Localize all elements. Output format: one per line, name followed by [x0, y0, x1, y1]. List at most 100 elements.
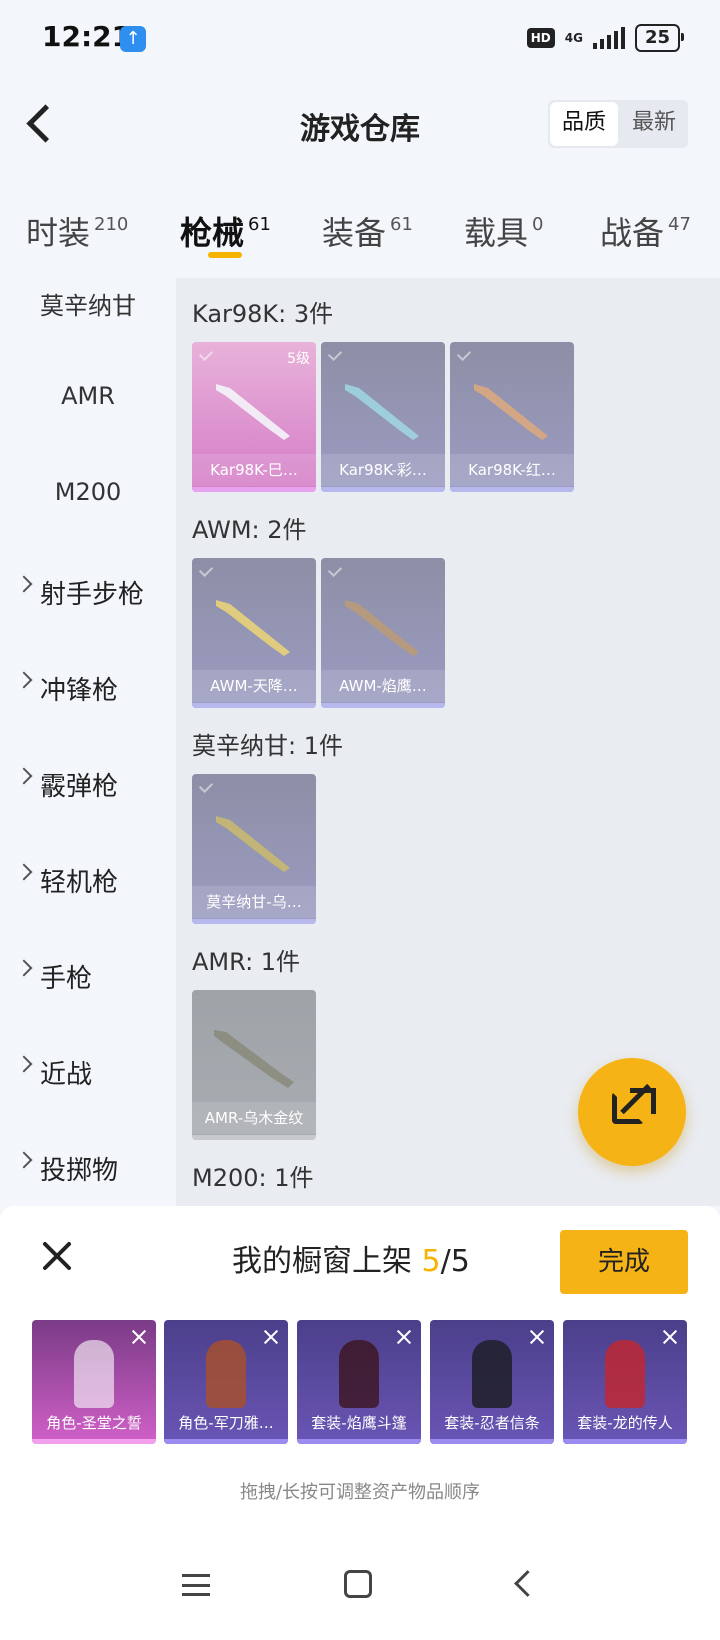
close-icon[interactable]: [36, 1236, 76, 1276]
rarity-bar: [192, 703, 316, 708]
sidebar-item-mosin[interactable]: 莫辛纳甘: [0, 276, 176, 372]
showcase-slot[interactable]: 角色-军刀雅…: [164, 1320, 288, 1444]
tab-guns[interactable]: 枪械 61: [180, 208, 271, 254]
sidebar-item-shotgun[interactable]: 霰弹枪: [0, 756, 176, 852]
system-nav-bar: [0, 1522, 720, 1640]
rifle-icon: [345, 600, 419, 656]
remove-icon[interactable]: [528, 1328, 546, 1346]
sidebar-item-label: 莫辛纳甘: [40, 292, 136, 320]
tab-supplies[interactable]: 战备 47: [600, 208, 691, 254]
weapon-name: Kar98K-红…: [450, 454, 574, 486]
section-title: M200: 1件: [192, 1164, 314, 1192]
rarity-bar: [164, 1439, 288, 1444]
weapon-card[interactable]: 5级 Kar98K-巳…: [192, 342, 316, 492]
tab-count: 61: [390, 214, 413, 235]
rifle-icon: [216, 600, 290, 656]
sidebar-item-pistol[interactable]: 手枪: [0, 948, 176, 1044]
sidebar-item-m200[interactable]: M200: [0, 468, 176, 564]
rifle-icon: [214, 1030, 294, 1088]
tab-label: 载具: [464, 214, 529, 252]
rarity-bar: [430, 1439, 554, 1444]
rarity-bar: [192, 1135, 316, 1140]
weapon-name: AWM-天降…: [192, 670, 316, 702]
weapon-card[interactable]: AMR-乌木金纹: [192, 990, 316, 1140]
rarity-bar: [192, 487, 316, 492]
character-figure: [74, 1340, 114, 1408]
sidebar-item-lmg[interactable]: 轻机枪: [0, 852, 176, 948]
rarity-bar: [297, 1439, 421, 1444]
done-button[interactable]: 完成: [560, 1230, 688, 1294]
rarity-bar: [32, 1439, 156, 1444]
check-icon: [198, 346, 214, 362]
rarity-bar: [563, 1439, 687, 1444]
chevron-right-icon: [15, 1151, 33, 1169]
tab-fashion[interactable]: 时装 210: [26, 208, 128, 254]
check-icon: [198, 562, 214, 578]
showcase-slot[interactable]: 套装-忍者信条: [430, 1320, 554, 1444]
share-button[interactable]: [578, 1058, 686, 1166]
chevron-right-icon: [15, 575, 33, 593]
showcase-slot[interactable]: 角色-圣堂之誓: [32, 1320, 156, 1444]
chevron-right-icon: [15, 1055, 33, 1073]
rarity-bar: [192, 919, 316, 924]
weapon-card[interactable]: AWM-天降…: [192, 558, 316, 708]
active-tab-indicator: [208, 252, 242, 258]
tab-label: 时装: [26, 214, 91, 252]
character-figure: [605, 1340, 645, 1408]
showcase-slot[interactable]: 套装-焰鹰斗篷: [297, 1320, 421, 1444]
rifle-icon: [345, 384, 419, 440]
check-icon: [198, 778, 214, 794]
sort-latest-button[interactable]: 最新: [620, 100, 688, 148]
drag-hint: 拖拽/长按可调整资产物品顺序: [239, 1482, 481, 1503]
nav-back-icon[interactable]: [514, 1570, 541, 1597]
signal-icon: [592, 27, 625, 49]
weapon-name: AMR-乌木金纹: [192, 1102, 316, 1134]
remove-icon[interactable]: [395, 1328, 413, 1346]
chevron-right-icon: [15, 863, 33, 881]
sidebar-item-amr[interactable]: AMR: [0, 372, 176, 468]
weapon-card[interactable]: Kar98K-彩…: [321, 342, 445, 492]
weapon-name: 莫辛纳甘-乌…: [192, 886, 316, 918]
slot-label: 角色-圣堂之誓: [46, 1414, 142, 1432]
section-title: AWM: 2件: [192, 516, 307, 544]
category-tabs: 时装 210 枪械 61 装备 61 载具 0 战备 47: [0, 192, 720, 268]
weapon-card[interactable]: AWM-焰鹰…: [321, 558, 445, 708]
slot-label: 套装-忍者信条: [444, 1414, 540, 1432]
showcase-panel: 我的橱窗上架 5/5 完成 角色-圣堂之誓 角色-军刀雅… 套装-焰鹰斗篷 套装…: [0, 1206, 720, 1522]
panel-title: 我的橱窗上架 5/5: [232, 1236, 470, 1280]
tab-label: 战备: [600, 214, 665, 252]
count-separator: /: [440, 1244, 451, 1279]
sidebar-item-melee[interactable]: 近战: [0, 1044, 176, 1140]
total-count: 5: [450, 1244, 470, 1279]
section-title: Kar98K: 3件: [192, 300, 334, 328]
slot-label: 套装-龙的传人: [577, 1414, 673, 1432]
sort-quality-button[interactable]: 品质: [550, 102, 618, 146]
tab-vehicles[interactable]: 载具 0: [464, 208, 543, 254]
level-badge: 5级: [287, 351, 310, 367]
weapon-name: AWM-焰鹰…: [321, 670, 445, 702]
remove-icon[interactable]: [262, 1328, 280, 1346]
system-indicators: HD 4G 25: [526, 24, 685, 52]
remove-icon[interactable]: [661, 1328, 679, 1346]
sidebar-item-dmr[interactable]: 射手步枪: [0, 564, 176, 660]
section-title: 莫辛纳甘: 1件: [192, 732, 343, 760]
sidebar-item-label: AMR: [61, 382, 115, 410]
rarity-bar: [450, 487, 574, 492]
tab-count: 210: [94, 214, 129, 235]
sidebar-item-label: M200: [54, 478, 122, 506]
weapon-card[interactable]: 莫辛纳甘-乌…: [192, 774, 316, 924]
home-icon[interactable]: [344, 1570, 372, 1598]
menu-icon[interactable]: [182, 1574, 210, 1596]
status-bar: 12:21 ↑ HD 4G 25: [0, 0, 720, 80]
header: 游戏仓库 品质 最新: [0, 88, 720, 160]
tab-label: 装备: [322, 214, 387, 252]
tab-equipment[interactable]: 装备 61: [322, 208, 413, 254]
showcase-slot[interactable]: 套装-龙的传人: [563, 1320, 687, 1444]
sidebar-item-smg[interactable]: 冲锋枪: [0, 660, 176, 756]
weapon-type-sidebar: 莫辛纳甘 AMR M200 射手步枪 冲锋枪 霰弹枪 轻机枪 手枪 近战 投掷物: [0, 276, 176, 1206]
panel-title-text: 我的橱窗上架: [232, 1244, 422, 1279]
weapon-card[interactable]: Kar98K-红…: [450, 342, 574, 492]
remove-icon[interactable]: [130, 1328, 148, 1346]
chevron-right-icon: [15, 959, 33, 977]
tab-label: 枪械: [180, 214, 245, 252]
